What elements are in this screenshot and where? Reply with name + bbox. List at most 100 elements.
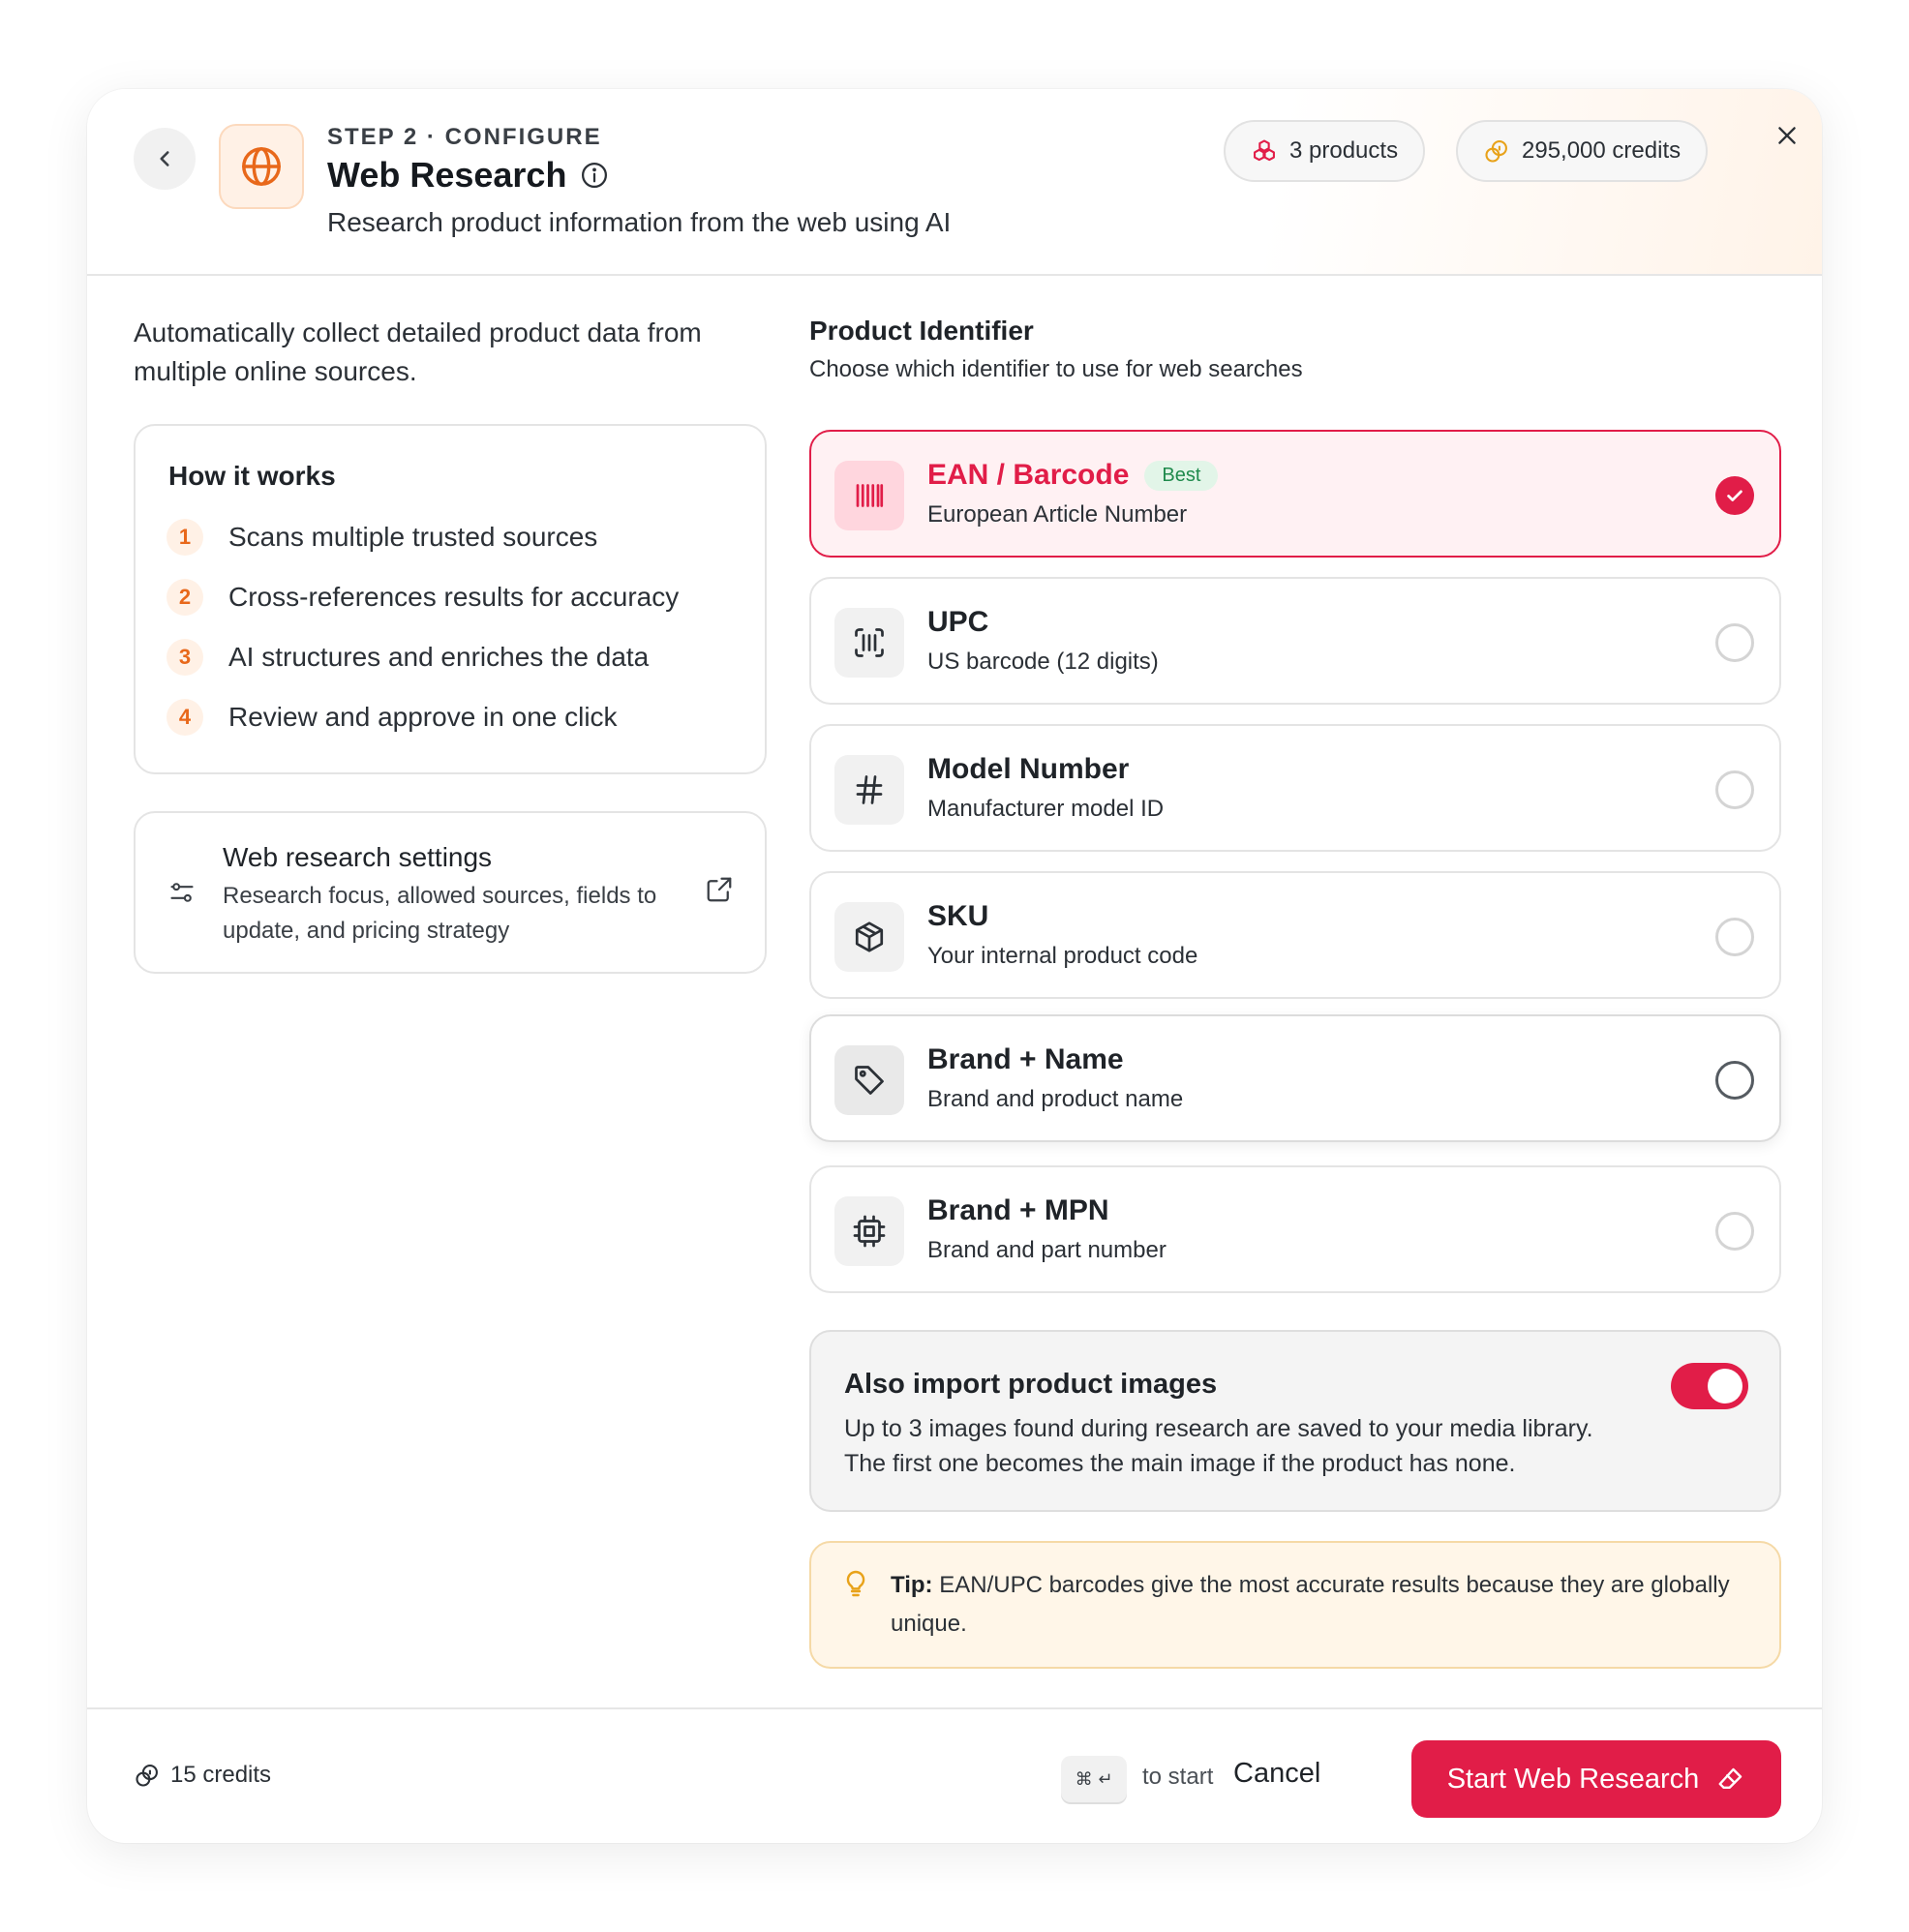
step-text: Scans multiple trusted sources: [228, 522, 598, 552]
title-row: Web Research: [327, 155, 609, 196]
how-it-works-title: How it works: [168, 461, 336, 491]
toggle-knob: [1708, 1369, 1742, 1404]
how-it-works-card: How it works 1 Scans multiple trusted so…: [134, 424, 767, 774]
page-subtitle: Research product information from the we…: [327, 207, 952, 237]
option-label-row: Brand + Name: [927, 1043, 1124, 1076]
radio-selected[interactable]: [1715, 476, 1754, 515]
credits-balance-badge: 295,000 credits: [1456, 120, 1709, 182]
cancel-button[interactable]: Cancel: [1233, 1758, 1320, 1790]
hash-icon: [856, 775, 883, 804]
import-images-description: Up to 3 images found during research are…: [844, 1415, 1593, 1477]
step-number: 2: [167, 579, 203, 616]
option-label-row: SKU: [927, 900, 988, 933]
import-images-card: Also import product images Up to 3 image…: [809, 1330, 1781, 1512]
external-link-icon: [707, 877, 732, 902]
barcode-icon: [856, 484, 884, 507]
option-upc[interactable]: UPC US barcode (12 digits): [809, 577, 1781, 705]
sliders-icon: [170, 883, 194, 902]
step-label: STEP 2 · CONFIGURE: [327, 124, 602, 150]
how-step: 3 AI structures and enriches the data: [167, 639, 649, 676]
page-title: Web Research: [327, 155, 567, 195]
option-icon-box: [834, 1196, 904, 1266]
start-web-research-button[interactable]: Start Web Research: [1411, 1740, 1781, 1818]
tag-icon: [855, 1066, 884, 1095]
chevron-left-icon: [160, 151, 169, 166]
option-label: Brand + MPN: [927, 1194, 1109, 1226]
step-text: Review and approve in one click: [228, 702, 618, 732]
product-identifier-title: Product Identifier: [809, 316, 1034, 346]
modal-footer: 15 credits ⌘ ↵ to start Cancel Start Web…: [87, 1707, 1822, 1843]
how-step: 1 Scans multiple trusted sources: [167, 519, 597, 556]
option-icon-box: [834, 1045, 904, 1115]
products-count-label: 3 products: [1289, 137, 1399, 164]
how-step: 4 Review and approve in one click: [167, 699, 618, 736]
option-label: Model Number: [927, 753, 1130, 785]
close-button[interactable]: [1768, 116, 1806, 155]
option-label: Brand + Name: [927, 1043, 1124, 1075]
best-badge: Best: [1144, 460, 1219, 491]
option-sku[interactable]: SKU Your internal product code: [809, 871, 1781, 999]
products-icon: [1254, 139, 1275, 162]
shortcut-hint-text: to start: [1142, 1764, 1214, 1790]
option-icon-box: [834, 902, 904, 972]
option-brand-mpn[interactable]: Brand + MPN Brand and part number: [809, 1165, 1781, 1293]
product-identifier-subtitle: Choose which identifier to use for web s…: [809, 356, 1303, 382]
eraser-icon: [1718, 1767, 1742, 1789]
option-label: EAN / Barcode: [927, 459, 1130, 491]
coins-icon: [1485, 140, 1507, 163]
globe-icon: [242, 147, 281, 186]
option-description: Manufacturer model ID: [927, 796, 1165, 822]
web-research-settings-link[interactable]: Web research settings Research focus, al…: [134, 811, 767, 974]
option-icon-box: [834, 461, 904, 530]
option-label: UPC: [927, 606, 989, 638]
tip-callout: Tip: EAN/UPC barcodes give the most accu…: [809, 1541, 1781, 1669]
check-icon: [1727, 490, 1742, 501]
scan-barcode-icon: [855, 628, 884, 657]
option-description: Brand and product name: [927, 1086, 1184, 1112]
option-label-row: Model Number: [927, 753, 1129, 786]
products-count-badge: 3 products: [1224, 120, 1426, 182]
option-model-number[interactable]: Model Number Manufacturer model ID: [809, 724, 1781, 852]
cost-credits: 15 credits: [134, 1762, 271, 1789]
coins-icon: [136, 1765, 158, 1787]
import-images-title: Also import product images: [844, 1369, 1218, 1400]
tip-text: Tip: EAN/UPC barcodes give the most accu…: [891, 1566, 1742, 1644]
option-label-row: Brand + MPN: [927, 1194, 1109, 1227]
tip-label: Tip:: [891, 1572, 933, 1598]
radio-unselected[interactable]: [1715, 1212, 1754, 1251]
import-images-toggle[interactable]: [1671, 1363, 1748, 1409]
radio-unselected[interactable]: [1715, 623, 1754, 662]
step-number: 3: [167, 639, 203, 676]
step-text: AI structures and enriches the data: [228, 642, 650, 672]
keyboard-shortcut-hint: ⌘ ↵: [1061, 1756, 1127, 1802]
step-text: Cross-references results for accuracy: [228, 582, 680, 612]
option-label-row: EAN / Barcode Best: [927, 459, 1219, 492]
step-number: 4: [167, 699, 203, 736]
option-ean-barcode[interactable]: EAN / Barcode Best European Article Numb…: [809, 430, 1781, 558]
step-number: 1: [167, 519, 203, 556]
option-description: US barcode (12 digits): [927, 649, 1159, 675]
option-description: Brand and part number: [927, 1237, 1167, 1263]
intro-text: Automatically collect detailed product d…: [134, 317, 702, 386]
lightbulb-icon: [846, 1570, 865, 1597]
option-icon-box: [834, 608, 904, 678]
close-icon: [1778, 127, 1796, 144]
chip-icon: [853, 1215, 886, 1248]
cost-credits-label: 15 credits: [170, 1762, 272, 1788]
how-step: 2 Cross-references results for accuracy: [167, 579, 679, 616]
radio-unselected[interactable]: [1715, 770, 1754, 809]
web-research-modal: STEP 2 · CONFIGURE Web Research Research…: [87, 89, 1822, 1843]
settings-title: Web research settings: [223, 842, 493, 872]
radio-unselected[interactable]: [1715, 1061, 1754, 1100]
back-button[interactable]: [134, 128, 196, 190]
web-research-tool-icon: [219, 124, 304, 209]
option-description: European Article Number: [927, 501, 1188, 528]
option-icon-box: [834, 755, 904, 825]
option-label-row: UPC: [927, 606, 988, 639]
option-label: SKU: [927, 900, 989, 932]
info-icon[interactable]: [580, 161, 609, 190]
radio-unselected[interactable]: [1715, 918, 1754, 956]
settings-description: Research focus, allowed sources, fields …: [223, 883, 657, 944]
option-description: Your internal product code: [927, 943, 1198, 969]
option-brand-name[interactable]: Brand + Name Brand and product name: [809, 1014, 1781, 1142]
